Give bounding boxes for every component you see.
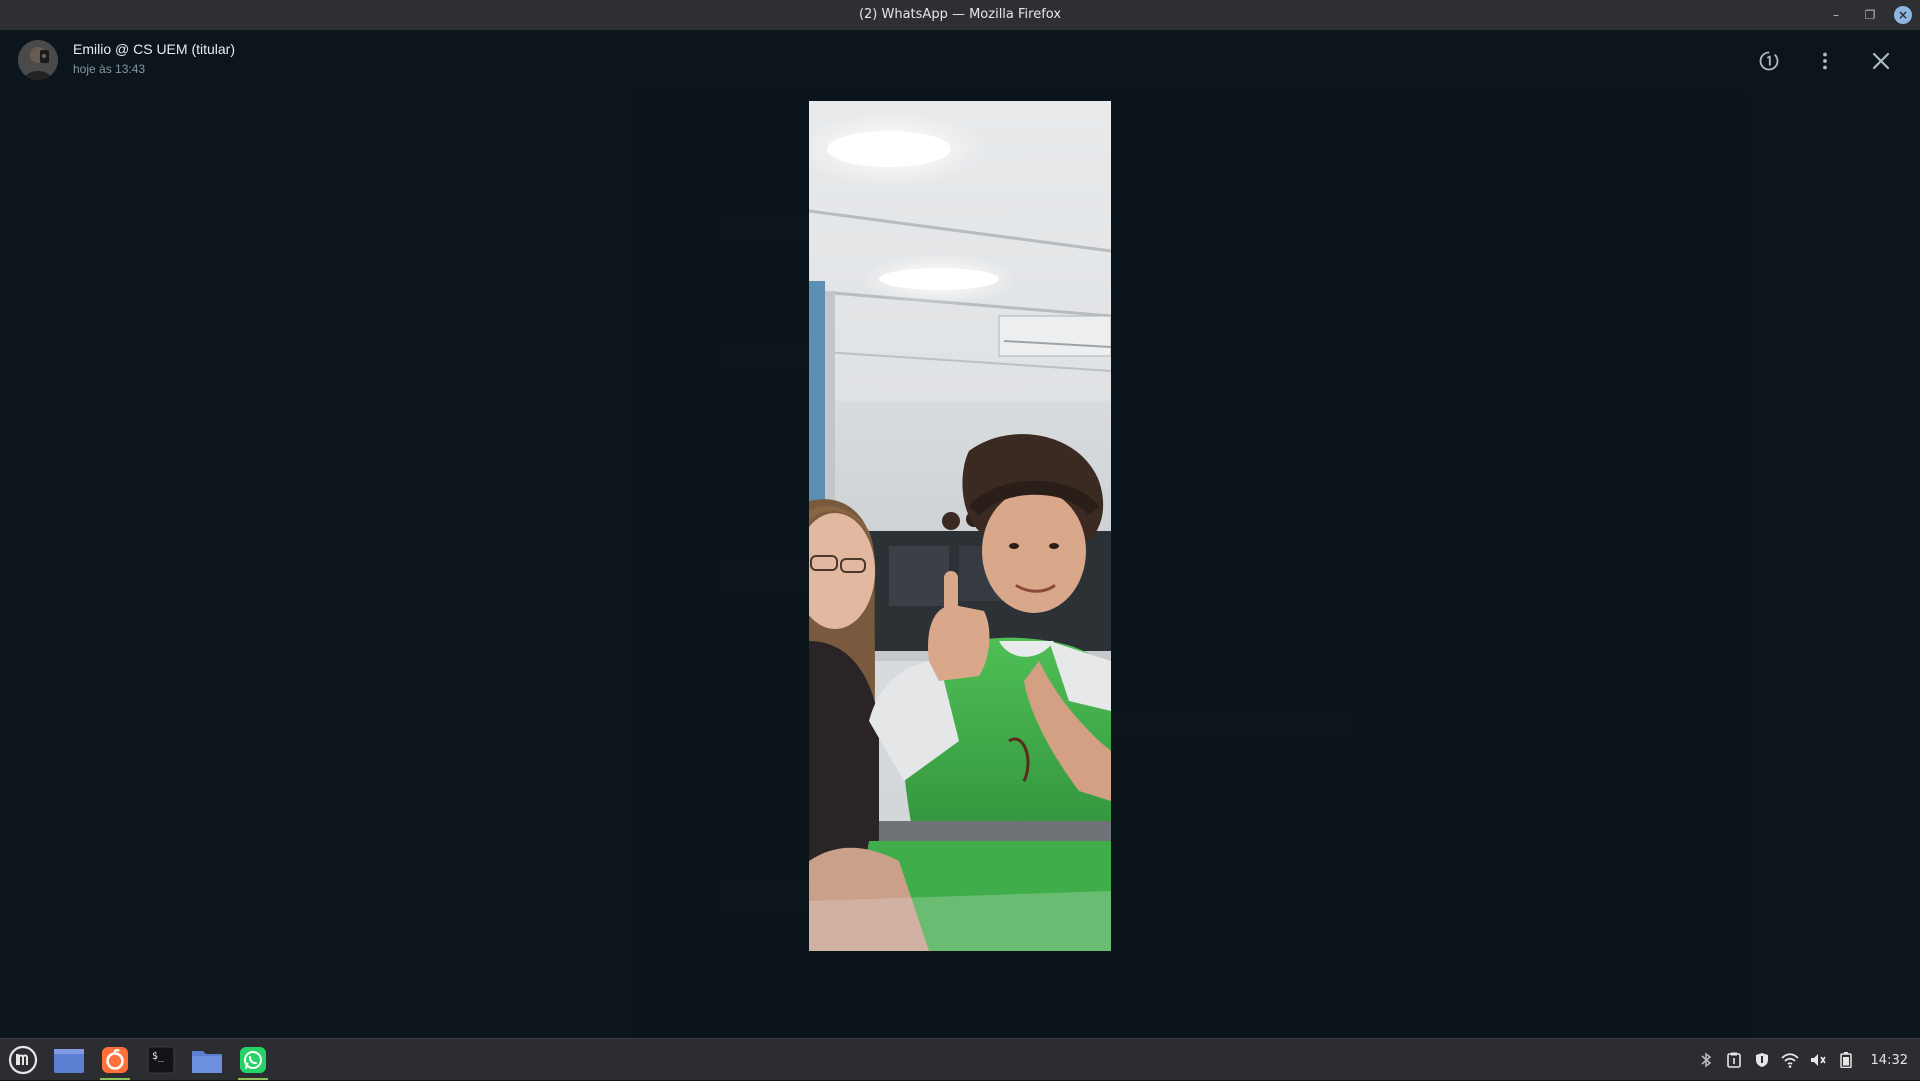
view-once-icon (1759, 51, 1779, 71)
media-viewer-header: Emilio @ CS UEM (titular) hoje às 13:43 (0, 30, 1920, 92)
taskbar-whatsapp-app[interactable] (234, 1040, 272, 1080)
battery-button[interactable] (1837, 1051, 1855, 1069)
volume-button[interactable] (1809, 1051, 1827, 1069)
view-once-button[interactable] (1752, 44, 1786, 78)
taskbar-folder-app[interactable] (188, 1040, 226, 1080)
sender-avatar[interactable] (18, 40, 58, 80)
folder-icon (192, 1050, 222, 1073)
minimize-button[interactable]: – (1826, 5, 1846, 25)
mint-menu-button[interactable] (4, 1040, 42, 1080)
close-icon (1872, 52, 1890, 70)
shield-icon (1755, 1053, 1768, 1067)
sender-info[interactable]: Emilio @ CS UEM (titular) hoje às 13:43 (73, 40, 235, 78)
window-titlebar: (2) WhatsApp — Mozilla Firefox – ❐ × (0, 0, 1920, 30)
taskbar-apps: $_ (0, 1039, 272, 1081)
sender-name: Emilio @ CS UEM (titular) (73, 41, 236, 57)
files-icon (54, 1048, 84, 1073)
volume-icon (1810, 1054, 1826, 1066)
window-title: (2) WhatsApp — Mozilla Firefox (858, 7, 1062, 22)
window-controls: – ❐ × (1826, 0, 1912, 30)
network-button[interactable] (1780, 1051, 1799, 1069)
firefox-icon (102, 1046, 128, 1073)
whatsapp-icon (240, 1046, 266, 1073)
bluetooth-icon (1701, 1052, 1711, 1068)
mint-menu-icon (8, 1045, 38, 1074)
bluetooth-button[interactable] (1697, 1051, 1715, 1069)
clipboard-icon (1726, 1052, 1741, 1068)
battery-icon (1839, 1052, 1852, 1068)
terminal-icon: $_ (147, 1046, 175, 1073)
taskbar-files-app[interactable] (50, 1040, 88, 1080)
media-viewer-actions (1752, 44, 1898, 78)
maximize-button[interactable]: ❐ (1860, 5, 1880, 25)
close-viewer-button[interactable] (1864, 44, 1898, 78)
menu-button[interactable] (1808, 44, 1842, 78)
menu-icon (1823, 52, 1827, 70)
clipboard-button[interactable] (1725, 1051, 1743, 1069)
photo-image (809, 101, 1111, 951)
browser-viewport: Emilio @ CS UEM (titular) hoje às 13:43 (0, 30, 1920, 1038)
taskbar-terminal-app[interactable]: $_ (142, 1040, 180, 1080)
media-photo[interactable] (809, 101, 1111, 951)
taskbar-firefox-app[interactable] (96, 1040, 134, 1080)
close-window-button[interactable]: × (1894, 6, 1912, 24)
svg-text:$_: $_ (152, 1051, 165, 1062)
update-shield-button[interactable] (1753, 1051, 1771, 1069)
wifi-icon (1780, 1053, 1799, 1068)
taskbar-clock[interactable]: 14:32 (1871, 1053, 1908, 1068)
taskbar: $_ 14:32 (0, 1038, 1920, 1080)
sent-time: hoje às 13:43 (73, 62, 146, 76)
system-tray: 14:32 (1697, 1039, 1914, 1081)
